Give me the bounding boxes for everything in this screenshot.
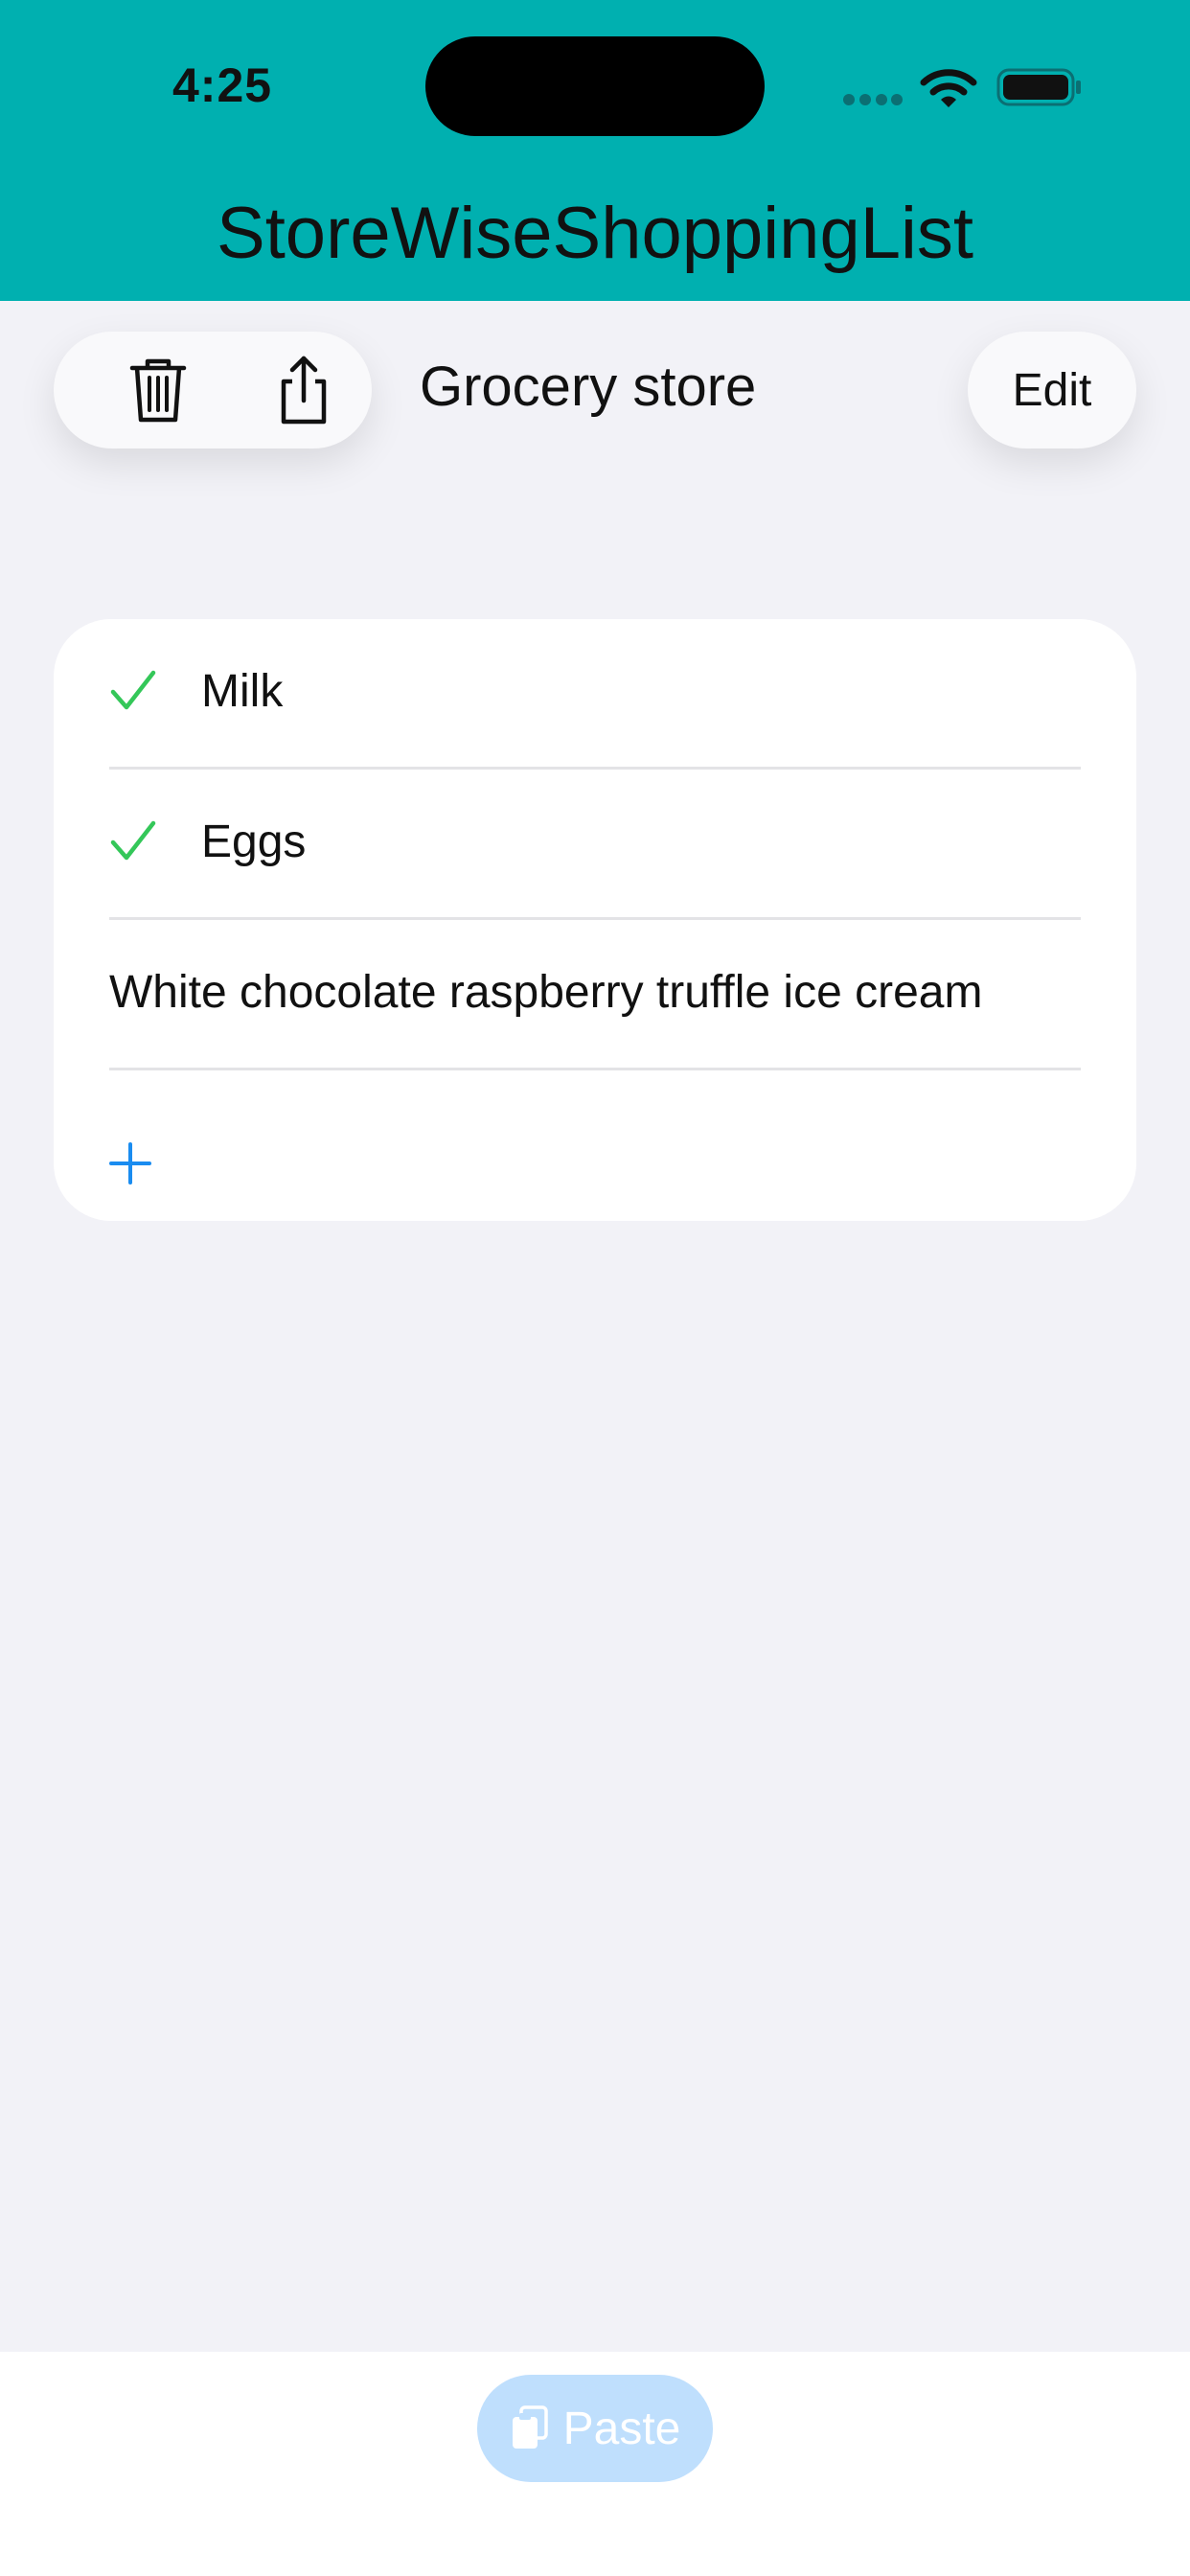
item-label: White chocolate raspberry truffle ice cr… <box>109 967 983 1018</box>
item-label: Milk <box>201 666 284 717</box>
list-title: Grocery store <box>420 356 757 418</box>
list-item[interactable]: Milk <box>109 619 1081 770</box>
bottom-bar: Paste <box>0 2352 1190 2576</box>
checkmark-icon[interactable] <box>109 817 157 865</box>
paste-label: Paste <box>562 2403 681 2454</box>
divider <box>109 1068 1081 1070</box>
trash-icon[interactable] <box>121 353 195 427</box>
plus-icon[interactable] <box>109 1142 151 1184</box>
shopping-list: Milk Eggs White chocolate raspberry truf… <box>54 619 1136 1221</box>
list-item[interactable]: White chocolate raspberry truffle ice cr… <box>109 920 1081 1070</box>
list-item[interactable]: Eggs <box>109 770 1081 920</box>
cellular-signal-icon <box>843 94 903 105</box>
wifi-icon <box>920 69 977 107</box>
paste-button[interactable]: Paste <box>477 2375 713 2482</box>
dynamic-island <box>425 36 765 136</box>
clipboard-icon <box>512 2405 548 2449</box>
toolbar-actions <box>54 332 372 448</box>
status-time: 4:25 <box>172 58 273 112</box>
app-title: StoreWiseShoppingList <box>217 193 973 274</box>
share-icon[interactable] <box>266 353 341 427</box>
item-label: Eggs <box>201 816 307 867</box>
edit-button[interactable]: Edit <box>968 332 1136 448</box>
app-header: 4:25 StoreWiseShoppingList <box>0 0 1190 301</box>
battery-icon <box>996 68 1081 106</box>
checkmark-icon[interactable] <box>109 667 157 715</box>
